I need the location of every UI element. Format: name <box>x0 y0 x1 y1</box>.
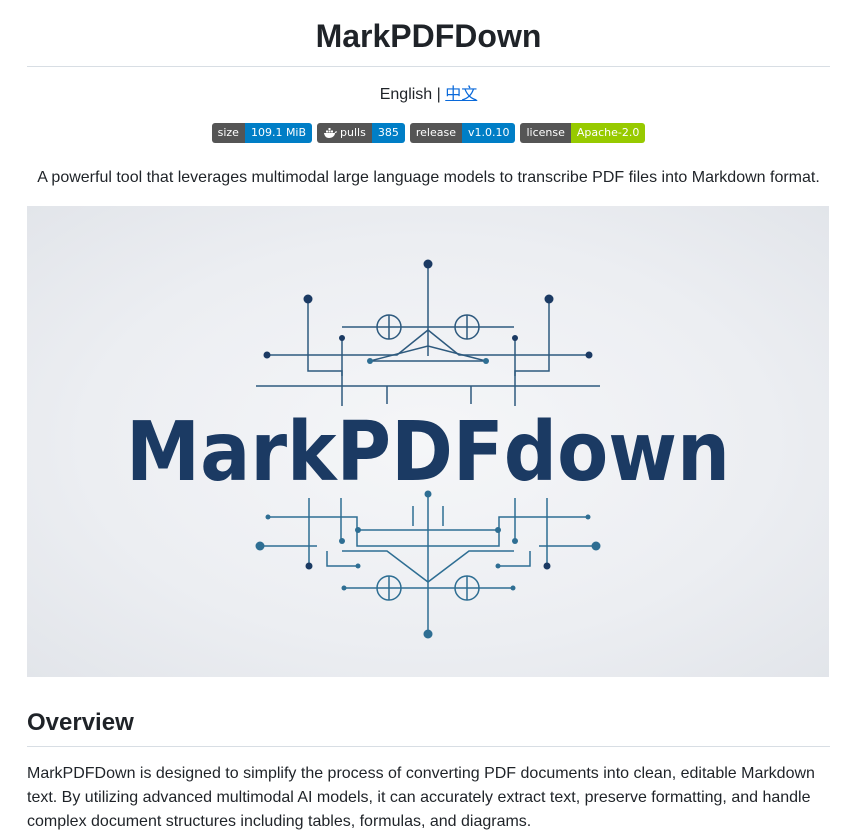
badge-license[interactable]: license Apache-2.0 <box>520 123 646 143</box>
title-divider <box>27 66 830 67</box>
circuit-lines-top <box>256 264 600 406</box>
badge-size-label: size <box>211 123 245 143</box>
badge-release-value: v1.0.10 <box>461 123 516 143</box>
page-title: MarkPDFDown <box>315 18 542 54</box>
project-description: A powerful tool that leverages multimoda… <box>37 169 820 186</box>
badge-release-label: release <box>409 123 462 143</box>
badge-pulls-label: pulls <box>340 126 366 139</box>
docker-icon <box>324 127 338 138</box>
badge-size-value: 109.1 MiB <box>244 123 313 143</box>
logo-banner-image: MarkPDFdown <box>27 206 829 677</box>
overview-heading: Overview <box>27 709 134 736</box>
badge-pulls-value: 385 <box>371 123 405 143</box>
badge-license-value: Apache-2.0 <box>570 123 646 143</box>
badge-row: size 109.1 MiB pulls 385 release v1.0.10 <box>27 123 830 143</box>
lang-english-label: English | <box>379 86 441 103</box>
badge-license-label: license <box>520 123 571 143</box>
logo-wordmark: MarkPDFdown <box>126 405 730 500</box>
language-switcher: English | 中文 <box>27 84 830 106</box>
badge-pulls[interactable]: pulls 385 <box>317 123 405 143</box>
lang-chinese-link[interactable]: 中文 <box>445 86 477 103</box>
overview-divider <box>27 746 830 747</box>
badge-size[interactable]: size 109.1 MiB <box>211 123 313 143</box>
overview-paragraph: MarkPDFDown is designed to simplify the … <box>27 765 815 830</box>
circuit-lines-bottom <box>260 494 596 631</box>
circuit-logo-graphic: MarkPDFdown <box>126 259 730 639</box>
badge-pulls-left: pulls <box>317 123 372 143</box>
badge-release[interactable]: release v1.0.10 <box>409 123 516 143</box>
